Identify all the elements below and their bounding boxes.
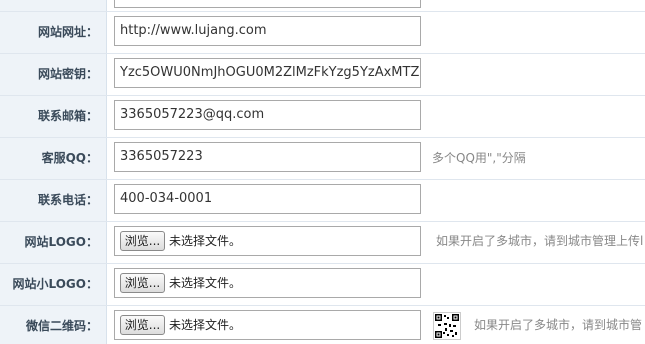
website-url-label: 网站网址： xyxy=(37,25,98,39)
row-divider xyxy=(0,221,645,222)
contact-phone-input[interactable]: 400-034-0001 xyxy=(114,184,421,214)
contact-email-label: 联系邮箱： xyxy=(37,109,98,123)
website-key-input[interactable]: Yzc5OWU0NmJhOGU0M2ZlMzFkYzg5YzAxMTZhM xyxy=(114,58,421,88)
service-qq-label: 客服QQ： xyxy=(41,151,98,165)
service-qq-input[interactable]: 3365057223 xyxy=(114,142,421,172)
logo-file-status: 未选择文件。 xyxy=(169,234,242,248)
small-logo-file-status: 未选择文件。 xyxy=(169,276,242,290)
partial-input-top[interactable] xyxy=(114,0,421,8)
row-divider xyxy=(0,137,645,138)
row-divider xyxy=(0,263,645,264)
website-key-label: 网站密钥： xyxy=(37,67,98,81)
qr-code-icon xyxy=(434,313,460,339)
row-divider xyxy=(0,11,645,12)
column-divider xyxy=(106,0,107,344)
qr-code-thumbnail xyxy=(433,312,461,340)
row-divider xyxy=(0,179,645,180)
small-logo-browse-button[interactable]: 浏览... xyxy=(120,273,165,293)
row-divider xyxy=(0,305,645,306)
label-column xyxy=(0,0,106,344)
row-divider xyxy=(0,95,645,96)
website-logo-label: 网站LOGO： xyxy=(24,235,98,249)
row-divider xyxy=(0,53,645,54)
qq-hint: 多个QQ用","分隔 xyxy=(432,151,526,165)
contact-phone-label: 联系电话： xyxy=(37,193,98,207)
wechat-qr-browse-button[interactable]: 浏览... xyxy=(120,315,165,335)
small-logo-label: 网站小LOGO： xyxy=(12,277,98,291)
wechat-qr-file-status: 未选择文件。 xyxy=(169,318,242,332)
website-logo-file-input[interactable]: 浏览... 未选择文件。 xyxy=(114,226,421,256)
logo-browse-button[interactable]: 浏览... xyxy=(120,231,165,251)
wechat-qr-hint: 如果开启了多城市，请到城市管 xyxy=(474,318,643,332)
logo-hint: 如果开启了多城市，请到城市管理上传l xyxy=(436,234,644,248)
wechat-qr-label: 微信二维码： xyxy=(25,319,98,333)
small-logo-file-input[interactable]: 浏览... 未选择文件。 xyxy=(114,268,421,298)
contact-email-input[interactable]: 3365057223@qq.com xyxy=(114,100,421,130)
website-url-input[interactable]: http://www.lujang.com xyxy=(114,16,421,46)
wechat-qr-file-input[interactable]: 浏览... 未选择文件。 xyxy=(114,310,421,340)
